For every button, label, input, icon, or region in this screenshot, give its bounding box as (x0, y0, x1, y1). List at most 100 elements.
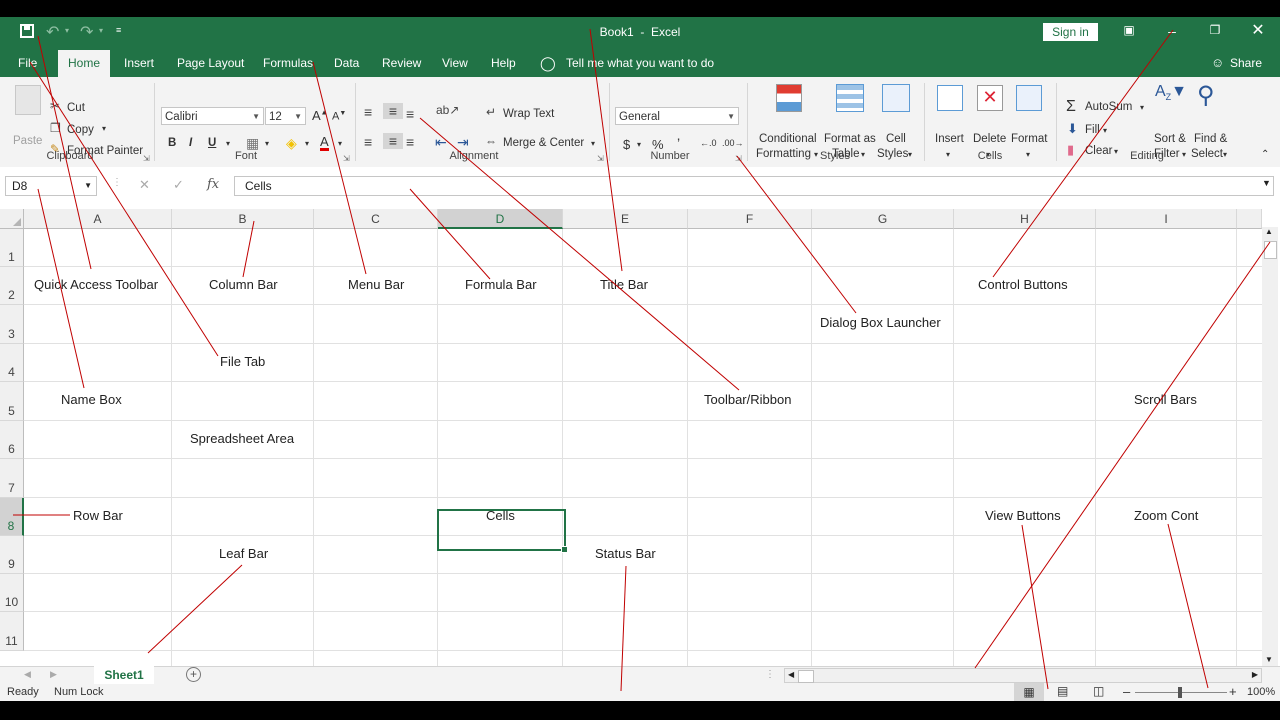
format-cells-button[interactable]: Format (1011, 133, 1047, 145)
italic-icon[interactable]: I (189, 137, 192, 149)
column-header-c[interactable]: C (314, 209, 438, 229)
align-left-icon[interactable]: ≡ (364, 134, 372, 150)
comma-button[interactable]: ’ (677, 135, 680, 151)
center-icon[interactable]: ≡ (383, 133, 403, 149)
normal-view-icon[interactable]: ▦ (1014, 683, 1044, 701)
copy-button[interactable]: Copy (67, 124, 94, 136)
column-header-i[interactable]: I (1096, 209, 1237, 229)
underline-icon[interactable]: U (208, 137, 216, 149)
find-dropdown-icon[interactable]: ▾ (1223, 150, 1227, 159)
row-header-11[interactable]: 11 (0, 612, 24, 651)
scroll-up-icon[interactable]: ▲ (1265, 227, 1273, 236)
scroll-down-icon[interactable]: ▼ (1265, 655, 1273, 664)
row-header-1[interactable]: 1 (0, 229, 24, 267)
row-header-6[interactable]: 6 (0, 421, 24, 459)
currency-dropdown-icon[interactable]: ▾ (637, 140, 641, 149)
font-color-icon[interactable]: A (320, 135, 329, 151)
tab-view[interactable]: View (442, 47, 468, 77)
column-header-e[interactable]: E (563, 209, 688, 229)
paste-button[interactable]: Paste (13, 135, 42, 147)
conditional-formatting-button[interactable]: Conditional (759, 133, 817, 145)
alignment-dialog-launcher-icon[interactable]: ⇲ (597, 154, 604, 163)
clipboard-dialog-launcher-icon[interactable]: ⇲ (143, 154, 150, 163)
find-select-button-line2[interactable]: Select (1191, 148, 1223, 160)
cell-styles-button-line2[interactable]: Styles (877, 148, 908, 160)
name-box[interactable]: D8 ▼ (5, 176, 97, 196)
tab-review[interactable]: Review (382, 47, 421, 77)
zoom-level[interactable]: 100% (1247, 686, 1275, 698)
column-header-g[interactable]: G (812, 209, 954, 229)
find-select-button[interactable]: Find & (1194, 133, 1227, 145)
decrease-font-size-icon[interactable]: A▼ (332, 110, 346, 123)
column-header-partial[interactable] (1237, 209, 1262, 229)
scroll-right-icon[interactable]: ▶ (1252, 670, 1258, 679)
merge-center-button[interactable]: Merge & Center (503, 137, 584, 149)
customize-qat-icon[interactable]: ≡ (116, 25, 121, 35)
zoom-in-icon[interactable]: + (1229, 684, 1237, 699)
undo-dropdown-icon[interactable]: ▾ (65, 26, 69, 35)
paste-icon[interactable] (15, 85, 41, 115)
fill-button[interactable]: Fill (1085, 124, 1100, 136)
scroll-left-icon[interactable]: ◀ (788, 670, 794, 679)
horizontal-scroll-thumb[interactable] (798, 670, 814, 683)
expand-formula-bar-icon[interactable]: ▼ (1262, 178, 1271, 188)
horizontal-scrollbar[interactable]: ◀ ▶ (784, 668, 1262, 683)
page-layout-view-icon[interactable]: ▤ (1057, 684, 1068, 698)
save-icon[interactable] (20, 24, 34, 38)
number-dialog-launcher-icon[interactable]: ⇲ (735, 154, 742, 163)
tab-home[interactable]: Home (58, 50, 111, 77)
font-color-dropdown-icon[interactable]: ▾ (338, 139, 342, 148)
orientation-icon[interactable]: ab↗ (436, 103, 459, 117)
merge-dropdown-icon[interactable]: ▾ (591, 139, 595, 148)
increase-indent-icon[interactable]: ⇥ (457, 134, 469, 151)
cancel-entry-icon[interactable]: ✕ (139, 177, 150, 193)
borders-dropdown-icon[interactable]: ▾ (265, 139, 269, 148)
zoom-out-icon[interactable]: – (1123, 684, 1130, 699)
tab-data[interactable]: Data (334, 47, 359, 77)
close-icon[interactable]: ✕ (1246, 20, 1270, 40)
prev-sheet-icon[interactable]: ◀ (24, 669, 31, 680)
row-header-8[interactable]: 8 (0, 498, 24, 536)
fill-dropdown-icon[interactable]: ▾ (1103, 126, 1107, 135)
align-middle-icon[interactable]: ≡ (383, 103, 403, 119)
align-right-icon[interactable]: ≡ (406, 134, 414, 150)
formula-input[interactable]: Cells (234, 176, 1274, 196)
tab-help[interactable]: Help (491, 47, 516, 77)
file-tab[interactable]: File (18, 47, 37, 77)
row-header-7[interactable]: 7 (0, 459, 24, 498)
sort-filter-button[interactable]: Sort & (1154, 133, 1186, 145)
fill-color-dropdown-icon[interactable]: ▾ (305, 139, 309, 148)
delete-cells-button[interactable]: Delete (973, 133, 1006, 145)
column-header-f[interactable]: F (688, 209, 812, 229)
confirm-entry-icon[interactable]: ✓ (173, 177, 184, 193)
row-header-3[interactable]: 3 (0, 305, 24, 344)
tab-formulas[interactable]: Formulas (263, 47, 313, 77)
row-header-2[interactable]: 2 (0, 267, 24, 305)
new-sheet-icon[interactable]: + (186, 667, 201, 682)
increase-decimal-icon[interactable]: ←.0 (700, 138, 717, 148)
font-size-select[interactable]: 12 ▼ (265, 107, 306, 125)
column-header-a[interactable]: A (24, 209, 172, 229)
row-header-10[interactable]: 10 (0, 574, 24, 612)
number-format-select[interactable]: General ▼ (615, 107, 739, 125)
autosum-button[interactable]: AutoSum (1085, 101, 1132, 113)
sign-in-button[interactable]: Sign in (1043, 23, 1098, 41)
undo-icon[interactable]: ↶ (46, 22, 59, 42)
zoom-slider-thumb[interactable] (1178, 687, 1182, 698)
page-break-view-icon[interactable]: ◫ (1093, 684, 1104, 698)
decrease-indent-icon[interactable]: ⇤ (435, 134, 447, 151)
insert-cells-button[interactable]: Insert (935, 133, 964, 145)
tab-insert[interactable]: Insert (124, 47, 154, 77)
tell-me-search[interactable]: Tell me what you want to do (566, 47, 714, 77)
next-sheet-icon[interactable]: ▶ (50, 669, 57, 680)
wrap-text-button[interactable]: Wrap Text (503, 108, 554, 120)
increase-font-size-icon[interactable]: A▲ (312, 108, 328, 123)
share-button[interactable]: Share (1230, 47, 1262, 77)
cell-styles-dropdown-icon[interactable]: ▾ (908, 150, 912, 159)
column-header-h[interactable]: H (954, 209, 1096, 229)
collapse-ribbon-icon[interactable]: ⌃ (1261, 149, 1269, 160)
autosum-dropdown-icon[interactable]: ▾ (1140, 103, 1144, 112)
vertical-scrollbar[interactable]: ▲ ▼ (1262, 227, 1278, 667)
row-header-9[interactable]: 9 (0, 536, 24, 574)
underline-dropdown-icon[interactable]: ▾ (226, 139, 230, 148)
